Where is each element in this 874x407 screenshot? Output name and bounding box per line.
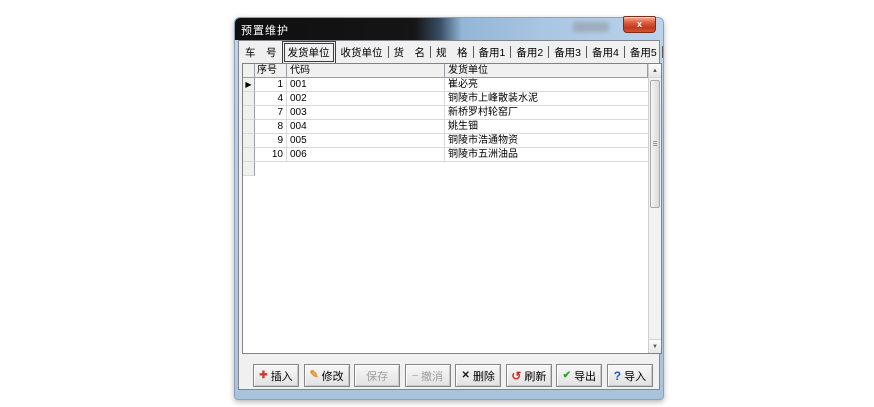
tab-separator	[430, 46, 431, 58]
row-selector	[243, 134, 255, 148]
button-label: 修改	[322, 368, 344, 384]
tab-separator	[624, 46, 625, 58]
tab-separator	[473, 46, 474, 58]
cell-code: 001	[287, 78, 445, 92]
row-selector	[243, 92, 255, 106]
scrollbar-thumb[interactable]	[650, 80, 660, 208]
tab-separator	[586, 46, 587, 58]
grid-rows: 序号 代码 发货单位 ▶ 1 001 崔必亮 4 002 铜陵市上	[243, 64, 648, 353]
cell-seq: 10	[255, 148, 287, 162]
tab-separator	[388, 46, 389, 58]
cell-unit: 姚生钿	[445, 120, 648, 134]
down-arrow-icon: ▼	[652, 344, 658, 350]
button-label: 撤消	[421, 368, 443, 384]
data-grid: 序号 代码 发货单位 ▶ 1 001 崔必亮 4 002 铜陵市上	[242, 63, 662, 354]
table-row[interactable]: 7 003 新桥罗村轮窑厂	[243, 106, 648, 120]
column-header-unit[interactable]: 发货单位	[445, 64, 648, 78]
tab-separator	[548, 46, 549, 58]
delete-button[interactable]: ✕ 删除	[455, 364, 501, 387]
tab-spare-5[interactable]: 备用5	[627, 44, 660, 61]
tab-spare-2[interactable]: 备用2	[513, 44, 546, 61]
button-label: 保存	[366, 368, 388, 384]
button-label: 删除	[473, 368, 495, 384]
export-button[interactable]: ✔ 导出	[556, 364, 602, 387]
row-selector	[243, 106, 255, 120]
cell-code: 005	[287, 134, 445, 148]
thumb-grip-icon	[653, 141, 657, 147]
refresh-icon: ↺	[511, 370, 521, 382]
cell-seq: 8	[255, 120, 287, 134]
cell-code: 006	[287, 148, 445, 162]
tab-receiving-unit[interactable]: 收货单位	[338, 44, 386, 61]
undo-button[interactable]: – 撤消	[405, 364, 451, 387]
insert-button[interactable]: ✚ 插入	[253, 364, 299, 387]
tab-shipping-unit[interactable]: 发货单位	[284, 43, 334, 62]
blurred-watermark	[573, 22, 609, 32]
x-icon: ✕	[462, 371, 470, 381]
preset-maintenance-window: 预置维护 x 车 号 发货单位 收货单位 货 名 规 格 备用1 备用2 备用3…	[234, 17, 664, 400]
button-label: 导出	[574, 368, 596, 384]
table-row[interactable]: ▶ 1 001 崔必亮	[243, 78, 648, 92]
tab-goods-name[interactable]: 货 名	[391, 44, 429, 61]
tab-spec[interactable]: 规 格	[433, 44, 471, 61]
table-row[interactable]: 9 005 铜陵市浩通物资	[243, 134, 648, 148]
cell-seq: 1	[255, 78, 287, 92]
vertical-scrollbar[interactable]: ▲ ▼	[648, 64, 661, 353]
cell-unit: 铜陵市上峰散装水泥	[445, 92, 648, 106]
row-selector	[243, 120, 255, 134]
row-selector: ▶	[243, 78, 255, 92]
row-selector	[243, 148, 255, 162]
tab-spare-4[interactable]: 备用4	[589, 44, 622, 61]
cell-code: 004	[287, 120, 445, 134]
check-icon: ✔	[563, 371, 571, 381]
cell-unit: 铜陵市五洲油品	[445, 148, 648, 162]
dialog-body: 车 号 发货单位 收货单位 货 名 规 格 备用1 备用2 备用3 备用4 备用…	[238, 40, 660, 390]
cell-seq: 7	[255, 106, 287, 120]
button-label: 导入	[624, 368, 646, 384]
table-row[interactable]: 8 004 姚生钿	[243, 120, 648, 134]
row-selector-header	[243, 64, 255, 78]
close-icon: x	[637, 19, 642, 29]
cell-unit: 新桥罗村轮窑厂	[445, 106, 648, 120]
cell-code: 002	[287, 92, 445, 106]
table-row[interactable]: 4 002 铜陵市上峰散装水泥	[243, 92, 648, 106]
tab-separator	[662, 46, 663, 58]
scroll-down-button[interactable]: ▼	[649, 339, 661, 353]
column-header-code[interactable]: 代码	[287, 64, 445, 78]
column-header-seq[interactable]: 序号	[255, 64, 287, 78]
pencil-icon: ✎	[309, 370, 318, 381]
button-label: 刷新	[524, 368, 546, 384]
tab-spare-3[interactable]: 备用3	[551, 44, 584, 61]
tab-spare-1[interactable]: 备用1	[476, 44, 509, 61]
desktop-background: 预置维护 x 车 号 发货单位 收货单位 货 名 规 格 备用1 备用2 备用3…	[0, 0, 874, 407]
question-icon: ?	[614, 370, 621, 382]
row-selector	[243, 162, 255, 176]
current-row-indicator: ▶	[243, 78, 254, 91]
plus-cross-icon: ✚	[259, 371, 267, 381]
tab-bar: 车 号 发货单位 收货单位 货 名 规 格 备用1 备用2 备用3 备用4 备用…	[242, 43, 665, 61]
tab-car-number[interactable]: 车 号	[242, 44, 280, 61]
refresh-button[interactable]: ↺ 刷新	[506, 364, 552, 387]
cell-unit: 崔必亮	[445, 78, 648, 92]
close-button[interactable]: x	[623, 16, 656, 33]
cell-seq: 4	[255, 92, 287, 106]
grid-header-row: 序号 代码 发货单位	[243, 64, 648, 78]
window-title: 预置维护	[241, 22, 289, 38]
button-label: 插入	[271, 368, 293, 384]
save-button[interactable]: 保存	[354, 364, 400, 387]
table-row[interactable]: 10 006 铜陵市五洲油品	[243, 148, 648, 162]
cell-seq: 9	[255, 134, 287, 148]
modify-button[interactable]: ✎ 修改	[304, 364, 350, 387]
minus-icon: –	[412, 371, 418, 381]
empty-row	[243, 162, 648, 176]
cell-code: 003	[287, 106, 445, 120]
import-button[interactable]: ? 导入	[607, 364, 653, 387]
up-arrow-icon: ▲	[652, 68, 658, 74]
tab-separator	[510, 46, 511, 58]
cell-unit: 铜陵市浩通物资	[445, 134, 648, 148]
toolbar: ✚ 插入 ✎ 修改 保存 – 撤消 ✕ 删除	[253, 364, 653, 387]
titlebar[interactable]: 预置维护 x	[235, 18, 663, 40]
scroll-up-button[interactable]: ▲	[649, 64, 661, 78]
